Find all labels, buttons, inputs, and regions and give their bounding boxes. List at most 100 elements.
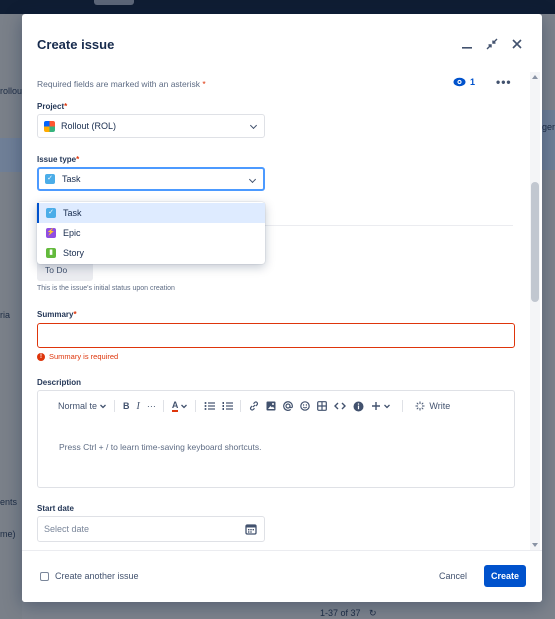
modal-header: Create issue <box>37 36 527 58</box>
project-label-text: Project <box>37 102 65 111</box>
toolbar-separator <box>114 400 116 412</box>
form-scrollbar[interactable] <box>530 72 540 550</box>
emoji-icon[interactable] <box>300 399 311 413</box>
watch-button[interactable]: 1 <box>453 77 475 87</box>
more-actions-icon[interactable]: ••• <box>496 75 512 89</box>
table-icon[interactable] <box>317 399 328 413</box>
project-value: Rollout (ROL) <box>61 121 117 131</box>
calendar-icon[interactable] <box>245 523 257 535</box>
refresh-icon[interactable]: ↻ <box>369 608 377 618</box>
issue-type-label: Issue type* <box>37 155 79 164</box>
bg-text-me: me) <box>0 529 16 539</box>
create-another-checkbox[interactable]: Create another issue <box>40 571 139 581</box>
app-top-bar <box>0 0 555 14</box>
toolbar-separator <box>240 400 242 412</box>
dropdown-option-epic[interactable]: ⚡ Epic <box>37 223 265 243</box>
summary-input[interactable] <box>37 323 515 348</box>
text-color-icon: A <box>171 400 179 412</box>
chevron-down-icon <box>249 121 258 130</box>
italic-button[interactable]: I <box>137 399 140 413</box>
modal-form[interactable]: Required fields are marked with an aster… <box>22 72 530 550</box>
start-date-input[interactable]: Select date <box>37 516 265 542</box>
write-ai-button[interactable]: Write <box>415 399 450 413</box>
issue-type-select[interactable]: ✓ Task <box>37 167 265 191</box>
scroll-thumb[interactable] <box>531 182 539 302</box>
close-icon[interactable] <box>509 36 525 52</box>
chevron-down-icon <box>181 404 188 409</box>
checkbox-box[interactable] <box>40 571 49 581</box>
issue-type-required-asterisk: * <box>76 155 80 164</box>
summary-label-text: Summary <box>37 310 74 319</box>
task-icon: ✓ <box>45 174 55 184</box>
mention-icon[interactable] <box>283 399 294 413</box>
toolbar-separator <box>162 400 164 412</box>
start-date-placeholder: Select date <box>44 524 90 534</box>
image-icon[interactable] <box>266 399 276 413</box>
text-style-dropdown[interactable]: Normal te <box>58 399 107 413</box>
description-placeholder: Press Ctrl + / to learn time-saving keyb… <box>59 442 262 452</box>
project-required-asterisk: * <box>64 102 68 111</box>
summary-error-text: Summary is required <box>49 352 119 361</box>
text-color-button[interactable]: A <box>171 399 189 413</box>
collapse-icon[interactable] <box>484 36 500 52</box>
pagination-text: 1-37 of 37 <box>320 608 361 618</box>
project-label: Project* <box>37 102 67 111</box>
status-value: To Do <box>45 265 68 275</box>
modal-footer: Create another issue Cancel Create <box>22 550 542 602</box>
numbered-list-icon[interactable] <box>222 399 234 413</box>
error-icon: ! <box>37 352 45 361</box>
status-helper-text: This is the issue's initial status upon … <box>37 285 175 292</box>
story-icon: ▮ <box>46 248 56 258</box>
create-issue-modal: Create issue Required fields are marked … <box>22 14 542 602</box>
bullet-list-icon[interactable] <box>204 399 216 413</box>
write-label: Write <box>429 401 451 411</box>
eye-icon <box>453 77 466 87</box>
epic-icon: ⚡ <box>46 228 56 238</box>
create-button[interactable]: Create <box>484 565 526 587</box>
dropdown-option-story[interactable]: ▮ Story <box>37 243 265 263</box>
modal-title: Create issue <box>37 37 115 52</box>
summary-required-asterisk: * <box>73 310 77 319</box>
description-label: Description <box>37 378 82 387</box>
insert-plus-icon[interactable] <box>371 399 391 413</box>
chevron-down-icon <box>248 175 257 184</box>
summary-error: ! Summary is required <box>37 352 118 361</box>
required-note: Required fields are marked with an aster… <box>37 79 206 89</box>
bg-pagination: 1-37 of 37 ↻ <box>320 608 377 619</box>
app-right-selected <box>542 110 555 170</box>
chevron-down-icon <box>384 404 391 409</box>
info-panel-icon[interactable] <box>353 399 364 413</box>
scroll-down-icon[interactable] <box>532 543 538 547</box>
project-select[interactable]: Rollout (ROL) <box>37 114 265 138</box>
editor-toolbar: Normal te B I ··· A Write <box>58 399 457 413</box>
option-label: Story <box>63 248 85 258</box>
chevron-down-icon <box>100 404 106 409</box>
bold-button[interactable]: B <box>123 399 130 413</box>
start-date-label: Start date <box>37 504 74 513</box>
text-style-label: Normal te <box>58 401 98 411</box>
required-note-text: Required fields are marked with an aster… <box>37 79 200 89</box>
watchers-count: 1 <box>470 77 476 87</box>
toolbar-separator <box>195 400 197 412</box>
minimize-icon[interactable] <box>459 36 475 52</box>
dropdown-option-task[interactable]: ✓ Task <box>37 203 265 223</box>
task-icon: ✓ <box>46 208 56 218</box>
option-label: Epic <box>63 228 81 238</box>
code-icon[interactable] <box>334 399 347 413</box>
bg-text-right: ger <box>542 122 555 132</box>
option-label: Task <box>63 208 82 218</box>
create-another-label: Create another issue <box>55 571 139 581</box>
more-formatting-button[interactable]: ··· <box>147 399 156 413</box>
project-avatar-icon <box>44 120 55 132</box>
description-editor[interactable]: Normal te B I ··· A Write Press Ctrl + /… <box>37 390 515 488</box>
app-sidebar-selected <box>0 138 22 172</box>
issue-type-label-text: Issue type <box>37 155 77 164</box>
top-bar-chip <box>94 0 134 5</box>
issue-type-dropdown: ✓ Task ⚡ Epic ▮ Story <box>37 202 265 264</box>
link-icon[interactable] <box>249 399 259 413</box>
bg-text-ents: ents <box>0 497 18 507</box>
issue-type-value: Task <box>62 174 81 184</box>
scroll-up-icon[interactable] <box>532 75 538 79</box>
sparkle-icon <box>415 401 425 411</box>
cancel-button[interactable]: Cancel <box>431 566 475 586</box>
